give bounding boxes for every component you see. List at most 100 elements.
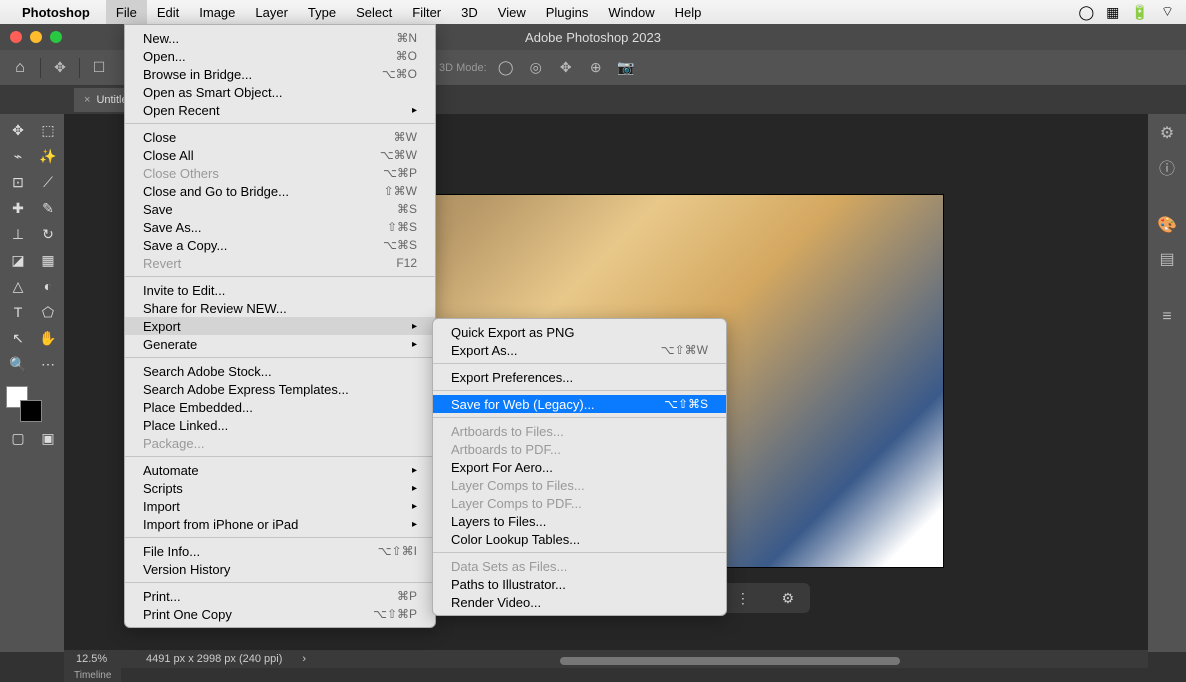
file-menu-item[interactable]: Open...⌘O <box>125 47 435 65</box>
swatches-panel-icon[interactable]: ▤ <box>1156 248 1178 270</box>
dodge-tool[interactable]: ◐ <box>34 274 62 298</box>
screenmode-tool[interactable]: ▣ <box>34 426 62 450</box>
menu-layer[interactable]: Layer <box>245 0 298 24</box>
close-window-button[interactable] <box>10 31 22 43</box>
lasso-tool[interactable]: ⌁ <box>4 144 32 168</box>
blur-tool[interactable]: △ <box>4 274 32 298</box>
heal-tool[interactable]: ✚ <box>4 196 32 220</box>
file-menu-item[interactable]: Version History <box>125 560 435 578</box>
color-swatches[interactable] <box>4 384 62 424</box>
export-menu-item[interactable]: Render Video... <box>433 593 726 611</box>
taskbar-adjust-icon[interactable]: ⚙ <box>782 590 795 607</box>
menu-view[interactable]: View <box>488 0 536 24</box>
file-menu-item[interactable]: Search Adobe Stock... <box>125 362 435 380</box>
file-menu-item[interactable]: Save As...⇧⌘S <box>125 218 435 236</box>
move-tool[interactable]: ✥ <box>4 118 32 142</box>
export-menu-item[interactable]: Save for Web (Legacy)...⌥⇧⌘S <box>433 395 726 413</box>
file-menu-item[interactable]: File Info...⌥⇧⌘I <box>125 542 435 560</box>
brush-tool[interactable]: ✎ <box>34 196 62 220</box>
file-menu-item[interactable]: Place Embedded... <box>125 398 435 416</box>
timeline-tab[interactable]: Timeline <box>64 668 121 682</box>
app-name[interactable]: Photoshop <box>22 5 90 20</box>
file-menu-item[interactable]: Scripts▸ <box>125 479 435 497</box>
file-menu-item[interactable]: Close All⌥⌘W <box>125 146 435 164</box>
file-menu-item[interactable]: Close⌘W <box>125 128 435 146</box>
menu-window[interactable]: Window <box>598 0 664 24</box>
export-menu-item[interactable]: Export As...⌥⇧⌘W <box>433 341 726 359</box>
quickmask-tool[interactable]: ▢ <box>4 426 32 450</box>
file-menu-item[interactable]: New...⌘N <box>125 29 435 47</box>
menu-select[interactable]: Select <box>346 0 402 24</box>
horizontal-scrollbar[interactable] <box>340 654 1100 668</box>
file-menu-item[interactable]: Open Recent▸ <box>125 101 435 119</box>
contextual-taskbar[interactable]: ⋮ ⚙ <box>720 583 810 613</box>
menu-edit[interactable]: Edit <box>147 0 189 24</box>
3d-zoom-icon[interactable]: 📷 <box>615 57 637 79</box>
minimize-window-button[interactable] <box>30 31 42 43</box>
doc-dimensions[interactable]: 4491 px x 2998 px (240 ppi) <box>146 653 282 665</box>
file-menu-item[interactable]: Import▸ <box>125 497 435 515</box>
file-menu-item[interactable]: Place Linked... <box>125 416 435 434</box>
file-menu-item[interactable]: Export▸ <box>125 317 435 335</box>
file-menu-item[interactable]: Share for Review NEW... <box>125 299 435 317</box>
creative-cloud-icon[interactable]: ◯ <box>1078 4 1094 21</box>
hand-tool[interactable]: ✋ <box>34 326 62 350</box>
status-arrow-icon[interactable]: › <box>302 653 306 665</box>
file-menu-item[interactable]: Invite to Edit... <box>125 281 435 299</box>
file-menu-item[interactable]: Close and Go to Bridge...⇧⌘W <box>125 182 435 200</box>
wand-tool[interactable]: ✨ <box>34 144 62 168</box>
zoom-level[interactable]: 12.5% <box>76 653 126 665</box>
menu-plugins[interactable]: Plugins <box>536 0 599 24</box>
3d-pan-icon[interactable]: ✥ <box>555 57 577 79</box>
move-tool-icon[interactable]: ✥ <box>49 57 71 79</box>
more-tools[interactable]: ⋯ <box>34 352 62 376</box>
eraser-tool[interactable]: ◪ <box>4 248 32 272</box>
file-menu-item[interactable]: Generate▸ <box>125 335 435 353</box>
menu-type[interactable]: Type <box>298 0 346 24</box>
export-menu-item[interactable]: Export Preferences... <box>433 368 726 386</box>
3d-roll-icon[interactable]: ◎ <box>525 57 547 79</box>
history-brush-tool[interactable]: ↻ <box>34 222 62 246</box>
file-menu-item[interactable]: Search Adobe Express Templates... <box>125 380 435 398</box>
file-menu-item[interactable]: Save a Copy...⌥⌘S <box>125 236 435 254</box>
file-menu-item[interactable]: Automate▸ <box>125 461 435 479</box>
zoom-tool[interactable]: 🔍 <box>4 352 32 376</box>
file-menu-item[interactable]: Open as Smart Object... <box>125 83 435 101</box>
file-menu-item[interactable]: Print...⌘P <box>125 587 435 605</box>
home-button[interactable]: ⌂ <box>8 56 32 80</box>
battery-icon[interactable]: 🔋 <box>1131 4 1148 21</box>
properties-panel-icon[interactable]: ⚙ <box>1156 122 1178 144</box>
color-panel-icon[interactable]: 🎨 <box>1156 214 1178 236</box>
zoom-window-button[interactable] <box>50 31 62 43</box>
close-tab-icon[interactable]: × <box>84 94 90 106</box>
export-menu-item[interactable]: Color Lookup Tables... <box>433 530 726 548</box>
crop-tool[interactable]: ⊡ <box>4 170 32 194</box>
info-panel-icon[interactable]: ⓘ <box>1156 156 1178 178</box>
export-menu-item[interactable]: Paths to Illustrator... <box>433 575 726 593</box>
file-menu-item[interactable]: Import from iPhone or iPad▸ <box>125 515 435 533</box>
export-menu-item[interactable]: Quick Export as PNG <box>433 323 726 341</box>
background-color[interactable] <box>20 400 42 422</box>
file-menu-item[interactable]: Browse in Bridge...⌥⌘O <box>125 65 435 83</box>
stamp-tool[interactable]: ⊥ <box>4 222 32 246</box>
file-menu-item[interactable]: Print One Copy⌥⇧⌘P <box>125 605 435 623</box>
wifi-icon[interactable]: ⌔ <box>1161 3 1174 21</box>
menu-3d[interactable]: 3D <box>451 0 488 24</box>
taskbar-more-icon[interactable]: ⋮ <box>736 590 750 607</box>
pen-tool[interactable]: T <box>4 300 32 324</box>
layers-panel-icon[interactable]: ≡ <box>1156 306 1178 328</box>
menu-image[interactable]: Image <box>189 0 245 24</box>
3d-orbit-icon[interactable]: ◯ <box>495 57 517 79</box>
export-menu-item[interactable]: Export For Aero... <box>433 458 726 476</box>
menu-filter[interactable]: Filter <box>402 0 451 24</box>
export-menu-item[interactable]: Layers to Files... <box>433 512 726 530</box>
3d-slide-icon[interactable]: ⊕ <box>585 57 607 79</box>
marquee-tool[interactable]: ⬚ <box>34 118 62 142</box>
type-tool[interactable]: ⬠ <box>34 300 62 324</box>
path-tool[interactable]: ↖ <box>4 326 32 350</box>
scrollbar-thumb[interactable] <box>560 657 900 665</box>
eyedropper-tool[interactable]: ⟋ <box>34 170 62 194</box>
gradient-tool[interactable]: ▦ <box>34 248 62 272</box>
menu-help[interactable]: Help <box>665 0 712 24</box>
auto-select-checkbox[interactable]: ☐ <box>88 57 110 79</box>
